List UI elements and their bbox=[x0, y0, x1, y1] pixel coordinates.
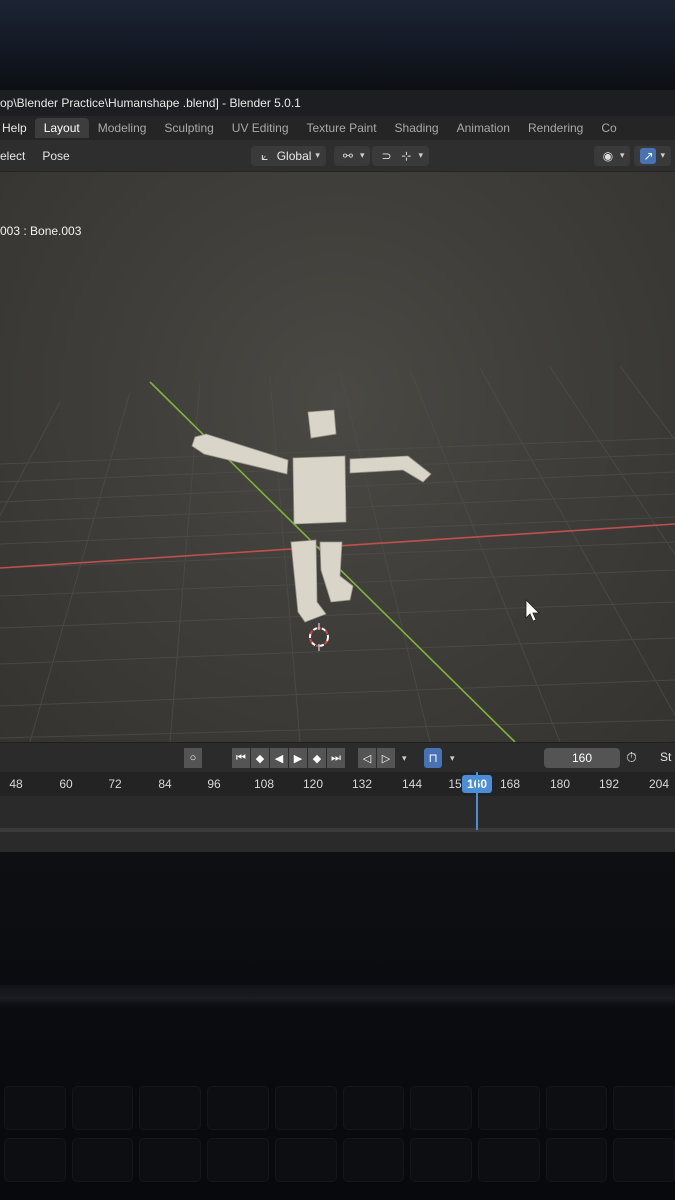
start-frame-label[interactable]: St bbox=[660, 750, 671, 764]
pivot-dropdown[interactable]: ⚯ ▾ bbox=[333, 145, 371, 166]
keying-icon: ⊓ bbox=[424, 748, 442, 768]
jump-end-button[interactable]: ⏭ bbox=[327, 748, 345, 768]
proportional-icon: ⊹ bbox=[401, 148, 412, 163]
ruler-tick: 15 bbox=[448, 777, 462, 791]
visibility-icon: ◉ bbox=[602, 148, 614, 163]
record-icon: ○ bbox=[189, 752, 197, 764]
next-frame-button[interactable]: ▷ bbox=[377, 748, 395, 768]
ruler-tick: 204 bbox=[648, 777, 670, 791]
jump-start-icon: ⏮ bbox=[236, 751, 246, 764]
torso bbox=[292, 455, 347, 525]
ruler-tick: 132 bbox=[351, 777, 373, 791]
chevron-down-icon: ▾ bbox=[402, 753, 407, 763]
top-menubar: Help Layout Modeling Sculpting UV Editin… bbox=[0, 116, 675, 140]
arm-right bbox=[349, 455, 432, 483]
menu-select[interactable]: elect bbox=[0, 149, 34, 163]
human-rig bbox=[191, 409, 432, 623]
3d-cursor-icon bbox=[309, 623, 329, 651]
screen-bezel-top bbox=[0, 0, 675, 90]
play-icon: ▶ bbox=[293, 752, 303, 765]
menu-pose[interactable]: Pose bbox=[42, 149, 78, 163]
play-reverse-icon: ◀ bbox=[274, 752, 284, 765]
chevron-down-icon: ▾ bbox=[418, 150, 423, 160]
tab-texture-paint[interactable]: Texture Paint bbox=[298, 118, 386, 138]
keyboard-row bbox=[0, 1086, 675, 1130]
timeline-tracks[interactable] bbox=[0, 796, 675, 832]
viewport-header: elect Pose ⟀ Global ▾ ⚯ ▾ ⊃ ⊹ ▾ ◉ ▾ ↗ ▾ bbox=[0, 140, 675, 172]
snap-icon: ⊃ bbox=[381, 148, 392, 163]
tab-shading[interactable]: Shading bbox=[386, 118, 448, 138]
blender-window: op\Blender Practice\Humanshape .blend] -… bbox=[0, 90, 675, 852]
mouse-cursor-icon bbox=[525, 599, 540, 622]
orientation-value: Global bbox=[276, 148, 312, 163]
3d-viewport[interactable]: 003 : Bone.003 bbox=[0, 172, 675, 742]
timeline-ruler[interactable]: 48 60 72 84 96 108 120 132 144 15 168 18… bbox=[0, 772, 675, 796]
ruler-tick: 96 bbox=[207, 777, 221, 791]
laptop-hinge bbox=[0, 985, 675, 1007]
ruler-tick: 168 bbox=[499, 777, 521, 791]
ruler-tick: 120 bbox=[302, 777, 324, 791]
chevron-down-icon: ▾ bbox=[619, 150, 625, 160]
head bbox=[307, 409, 337, 439]
pivot-icon: ⚯ bbox=[342, 148, 353, 163]
menu-help[interactable]: Help bbox=[0, 121, 35, 135]
ruler-tick: 192 bbox=[598, 777, 620, 791]
ruler-tick: 48 bbox=[9, 777, 23, 791]
arm-left bbox=[191, 433, 289, 475]
chevron-down-icon: ▾ bbox=[450, 752, 455, 763]
tab-sculpting[interactable]: Sculpting bbox=[155, 118, 222, 138]
next-keyframe-button[interactable]: ◆ bbox=[308, 748, 326, 768]
timeline-header: ○ ⏮ ◆ ◀ ▶ ◆ ⏭ ◁ ▷ ▾ ⊓ ▾ 160 ⏱ St bbox=[0, 742, 675, 772]
keyboard-row bbox=[0, 1138, 675, 1182]
prev-frame-button[interactable]: ◁ bbox=[358, 748, 376, 768]
visibility-dropdown[interactable]: ◉ ▾ bbox=[593, 145, 631, 166]
playback-controls: ⏮ ◆ ◀ ▶ ◆ ⏭ bbox=[232, 748, 346, 768]
next-keyframe-icon: ◆ bbox=[312, 752, 322, 765]
gizmo-dropdown[interactable]: ↗ ▾ bbox=[634, 145, 671, 166]
leg-right bbox=[319, 541, 354, 603]
tab-animation[interactable]: Animation bbox=[448, 118, 519, 138]
jump-end-icon: ⏭ bbox=[331, 751, 341, 764]
stopwatch-icon[interactable]: ⏱ bbox=[626, 749, 637, 766]
current-frame-field[interactable]: 160 bbox=[544, 748, 620, 768]
viewport-scene bbox=[0, 365, 675, 742]
tab-modeling[interactable]: Modeling bbox=[89, 118, 156, 138]
tab-compositing[interactable]: Co bbox=[592, 118, 625, 138]
tab-rendering[interactable]: Rendering bbox=[519, 118, 592, 138]
ruler-tick: 180 bbox=[549, 777, 571, 791]
snap-toggle[interactable]: ⊃ ⊹ ▾ bbox=[372, 145, 429, 166]
ruler-tick: 108 bbox=[253, 777, 275, 791]
window-title: op\Blender Practice\Humanshape .blend] -… bbox=[0, 90, 675, 116]
gizmo-icon: ↗ bbox=[640, 147, 657, 164]
chevron-down-icon: ▾ bbox=[660, 150, 665, 160]
record-button[interactable]: ○ bbox=[184, 748, 202, 768]
keyframe-step-controls: ◁ ▷ ▾ bbox=[358, 748, 407, 768]
ruler-tick: 84 bbox=[158, 777, 172, 791]
ruler-tick: 60 bbox=[59, 777, 73, 791]
transform-orientation-dropdown[interactable]: ⟀ Global ▾ bbox=[250, 145, 326, 166]
tab-uv-editing[interactable]: UV Editing bbox=[223, 118, 298, 138]
active-bone-label: 003 : Bone.003 bbox=[0, 224, 82, 238]
tab-layout[interactable]: Layout bbox=[34, 118, 89, 138]
playhead-line[interactable] bbox=[476, 772, 478, 830]
jump-start-button[interactable]: ⏮ bbox=[232, 748, 250, 768]
chevron-down-icon: ▾ bbox=[315, 150, 320, 160]
ruler-tick: 144 bbox=[401, 777, 423, 791]
auto-keying-toggle[interactable]: ⊓ ▾ bbox=[424, 748, 455, 768]
chevron-down-icon: ▾ bbox=[359, 150, 365, 160]
ruler-tick: 72 bbox=[108, 777, 122, 791]
prev-keyframe-button[interactable]: ◆ bbox=[251, 748, 269, 768]
prev-keyframe-icon: ◆ bbox=[255, 752, 265, 765]
play-reverse-button[interactable]: ◀ bbox=[270, 748, 288, 768]
orientation-icon: ⟀ bbox=[261, 148, 269, 163]
play-button[interactable]: ▶ bbox=[289, 748, 307, 768]
